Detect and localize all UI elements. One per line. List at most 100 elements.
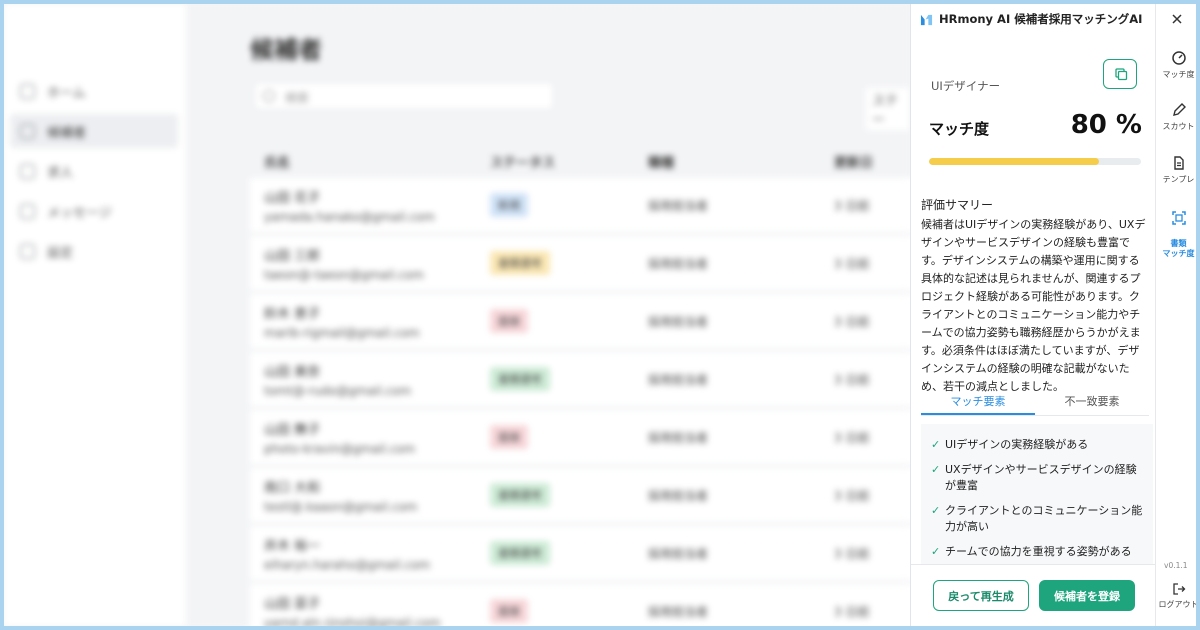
candidate-cell: 山田 美奈 tomt@-rudo@gmail.com bbox=[250, 361, 490, 398]
copy-icon bbox=[1115, 68, 1128, 81]
match-score-fill bbox=[929, 158, 1099, 165]
logout-icon bbox=[1172, 583, 1185, 595]
job-cell: 採用担当者 bbox=[648, 372, 709, 387]
match-score-bar bbox=[929, 158, 1141, 165]
table-row[interactable]: 山田 三郎 taeon@-taeon@gmail.com 書類選考 採用担当者 3 日前 bbox=[250, 236, 970, 290]
candidate-email: photo-kravin@gmail.com bbox=[264, 441, 416, 456]
scan-icon bbox=[1171, 211, 1186, 225]
rail-item-template[interactable]: テンプレ bbox=[1156, 155, 1196, 185]
candidate-name: 鈴木 恵子 bbox=[264, 306, 321, 322]
candidate-email: taeon@-taeon@gmail.com bbox=[264, 267, 424, 282]
bg-nav-item[interactable]: 求人 bbox=[10, 154, 178, 188]
hrmony-logo-icon bbox=[920, 14, 933, 25]
match-item-text: UIデザインの実務経験がある bbox=[945, 438, 1089, 451]
bg-status-filter[interactable]: ステー bbox=[866, 88, 909, 130]
bg-nav-label: 求人 bbox=[47, 165, 74, 181]
logout-button[interactable]: ログアウト bbox=[1156, 582, 1196, 610]
candidate-email: eiharyn.haraho@gmail.com bbox=[264, 557, 431, 572]
rail-item-scout[interactable]: スカウト bbox=[1156, 102, 1196, 132]
bg-col-name: 氏名 bbox=[264, 155, 291, 171]
logout-label: ログアウト bbox=[1158, 600, 1197, 609]
table-row[interactable]: 山田 花子 yamada.hanako@gmail.com 新規 採用担当者 3 日前 bbox=[250, 178, 970, 232]
panel-scroll-area[interactable]: UIデザイナー マッチ度 80 % 評価サマリー 候補者はUIデザインの実務経験… bbox=[911, 36, 1156, 569]
bg-nav-label: メッセージ bbox=[47, 205, 112, 221]
register-candidate-button[interactable]: 候補者を登録 bbox=[1039, 580, 1135, 611]
job-cell: 採用担当者 bbox=[648, 604, 709, 619]
candidate-cell: 山田 花子 yamada.hanako@gmail.com bbox=[250, 187, 490, 224]
bg-nav-item[interactable]: メッセージ bbox=[10, 194, 178, 228]
status-cell: 書類選考 bbox=[490, 251, 648, 275]
candidate-email: yarnd.aln.rjnohoi@gmail.com bbox=[264, 615, 441, 627]
table-row[interactable]: 鈴木 恵子 marib-rigmail@gmail.com 面接 採用担当者 3 日前 bbox=[250, 294, 970, 348]
pen-icon bbox=[1172, 103, 1186, 116]
candidate-email: tomt@-rudo@gmail.com bbox=[264, 383, 412, 398]
check-icon: ✓ bbox=[931, 504, 941, 517]
check-icon: ✓ bbox=[931, 545, 941, 558]
screen-frame: ホーム候補者求人メッセージ設定 候補者 検索 ステー 氏名 ステータス 職種 更… bbox=[4, 4, 1196, 626]
job-cell: 採用担当者 bbox=[648, 488, 709, 503]
panel-footer: 戻って再生成 候補者を登録 bbox=[911, 564, 1156, 626]
candidate-cell: 山田 舞子 photo-kravin@gmail.com bbox=[250, 419, 490, 456]
bg-candidate-table: 氏名 ステータス 職種 更新日 山田 花子 yamada.hanako@gmail… bbox=[250, 144, 970, 626]
status-badge: 面接 bbox=[490, 599, 528, 623]
table-row[interactable]: 山田 菜子 yarnd.aln.rjnohoi@gmail.com 面接 採用担当者 3… bbox=[250, 584, 970, 626]
bg-sidebar: ホーム候補者求人メッセージ設定 bbox=[4, 4, 186, 626]
tab-match-elements[interactable]: マッチ要素 bbox=[921, 384, 1035, 415]
copy-button[interactable] bbox=[1103, 59, 1137, 89]
status-badge: 書類選考 bbox=[490, 483, 550, 507]
table-row[interactable]: 山田 美奈 tomt@-rudo@gmail.com 書類選考 採用担当者 3 日前 bbox=[250, 352, 970, 406]
match-item-text: UXデザインやサービスデザインの経験が豊富 bbox=[945, 463, 1137, 492]
candidate-name: 山田 菜子 bbox=[264, 596, 321, 612]
match-item-text: チームでの協力を重視する姿勢がある bbox=[945, 545, 1132, 558]
status-badge: 書類選考 bbox=[490, 251, 550, 275]
panel-header: HRmony AI 候補者採用マッチングAI bbox=[911, 4, 1170, 34]
job-cell: 採用担当者 bbox=[648, 314, 709, 329]
bg-nav: ホーム候補者求人メッセージ設定 bbox=[10, 74, 178, 274]
table-row[interactable]: 南口 大和 testl@.kaaon@gmail.com 書類選考 採用担当者 3 日前 bbox=[250, 468, 970, 522]
close-icon[interactable] bbox=[1171, 13, 1183, 25]
table-row[interactable]: 井木 裕一 eiharyn.haraho@gmail.com 書類選考 採用担当者 3 … bbox=[250, 526, 970, 580]
bg-search-placeholder: 検索 bbox=[285, 91, 310, 105]
bg-col-status: ステータス bbox=[490, 155, 556, 171]
version-label: v0.1.1 bbox=[1164, 561, 1188, 570]
table-row[interactable]: 山田 舞子 photo-kravin@gmail.com 面接 採用担当者 3 日前 bbox=[250, 410, 970, 464]
list-item: ✓ UXデザインやサービスデザインの経験が豊富 bbox=[921, 459, 1153, 500]
gear-icon bbox=[20, 243, 35, 259]
candidate-email: yamada.hanako@gmail.com bbox=[264, 209, 435, 224]
candidate-cell: 山田 菜子 yarnd.aln.rjnohoi@gmail.com bbox=[250, 593, 490, 627]
status-badge: 書類選考 bbox=[490, 367, 550, 391]
job-cell: 採用担当者 bbox=[648, 546, 709, 561]
status-badge: 新規 bbox=[490, 193, 528, 217]
document-icon bbox=[1173, 156, 1184, 170]
job-cell: 採用担当者 bbox=[648, 198, 709, 213]
bg-nav-item[interactable]: ホーム bbox=[10, 74, 178, 108]
job-title: UIデザイナー bbox=[931, 79, 1001, 93]
status-cell: 書類選考 bbox=[490, 541, 648, 565]
right-rail: マッチ度 スカウト テンプレ 書類 マッチ度 v0.1.1 ログアウト bbox=[1155, 4, 1196, 626]
list-item: ✓ チームでの協力を重視する姿勢がある bbox=[921, 541, 1153, 566]
bg-nav-item[interactable]: 設定 bbox=[10, 234, 178, 268]
match-elements-list: ✓ UIデザインの実務経験がある ✓ UXデザインやサービスデザインの経験が豊富 ✓ クラ… bbox=[921, 424, 1153, 569]
candidate-name: 井木 裕一 bbox=[264, 538, 321, 554]
ai-panel: HRmony AI 候補者採用マッチングAI UIデザイナー マッチ度 80 %… bbox=[910, 4, 1170, 626]
candidate-name: 山田 花子 bbox=[264, 190, 321, 206]
rail-item-label: 書類 マッチ度 bbox=[1162, 239, 1195, 258]
status-cell: 面接 bbox=[490, 599, 648, 623]
regenerate-button[interactable]: 戻って再生成 bbox=[933, 580, 1029, 611]
rail-item-document-match[interactable]: 書類 マッチ度 bbox=[1156, 200, 1196, 259]
status-cell: 面接 bbox=[490, 309, 648, 333]
bg-nav-item[interactable]: 候補者 bbox=[10, 114, 178, 148]
evaluation-summary-text: 候補者はUIデザインの実務経験があり、UXデザインやサービスデザインの経験も豊富… bbox=[921, 218, 1146, 393]
tab-mismatch-elements[interactable]: 不一致要素 bbox=[1035, 384, 1149, 415]
status-badge: 面接 bbox=[490, 309, 528, 333]
check-icon: ✓ bbox=[931, 463, 941, 476]
users-icon bbox=[20, 123, 35, 139]
rail-item-match[interactable]: マッチ度 bbox=[1156, 50, 1196, 80]
bg-search-input[interactable]: 検索 bbox=[254, 82, 554, 110]
rail-item-label: テンプレ bbox=[1162, 175, 1195, 184]
background-app: ホーム候補者求人メッセージ設定 候補者 検索 ステー 氏名 ステータス 職種 更… bbox=[4, 4, 970, 626]
briefcase-icon bbox=[20, 163, 35, 179]
bg-col-job: 職種 bbox=[648, 155, 675, 171]
bg-table-header: 氏名 ステータス 職種 更新日 bbox=[250, 144, 970, 178]
list-item: ✓ クライアントとのコミュニケーション能力が高い bbox=[921, 500, 1153, 541]
